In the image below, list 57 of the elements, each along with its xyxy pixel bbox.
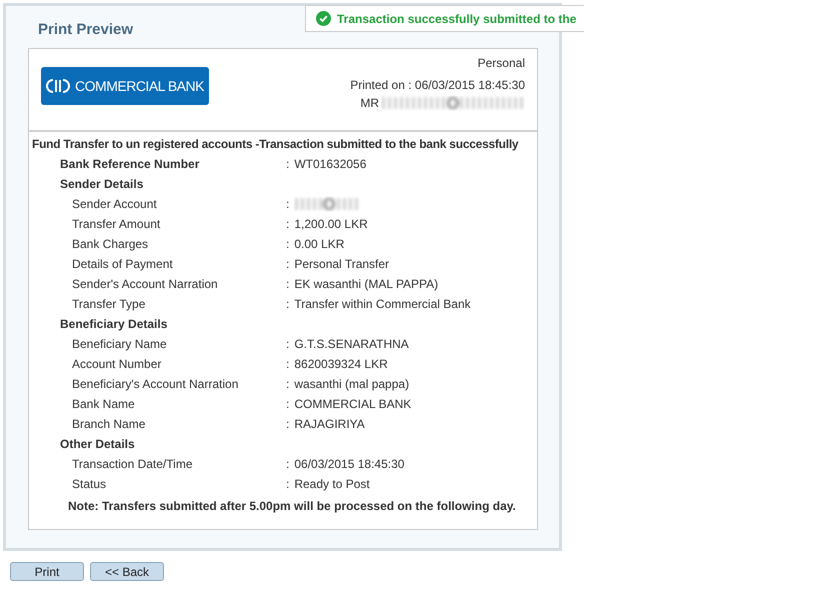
field-value: WT01632056 <box>294 156 366 173</box>
field-value: Personal Transfer <box>294 256 390 273</box>
colon: : <box>286 256 290 273</box>
field-value: RAJAGIRIYA <box>294 416 365 433</box>
field-label: Transfer Amount <box>71 216 162 233</box>
colon: : <box>286 416 290 433</box>
field-value: 06/03/2015 18:45:30 <box>294 456 404 473</box>
field-value: COMMERCIAL BANK <box>294 396 412 413</box>
colon: : <box>286 156 290 173</box>
field-label: Sender's Account Narration <box>71 276 219 293</box>
field-label: Bank Charges <box>71 236 150 253</box>
section-heading: Beneficiary Details <box>60 316 168 333</box>
receipt-heading: Fund Transfer to un registered accounts -Transaction submitted to the bank successfully <box>32 136 518 153</box>
colon: : <box>286 356 290 373</box>
colon: : <box>286 376 290 393</box>
field-label: Details of Payment <box>71 256 174 273</box>
field-value: G.T.S.SENARATHNA <box>294 336 409 353</box>
section-heading: Sender Details <box>60 176 144 193</box>
colon: : <box>286 216 290 233</box>
field-label: Bank Name <box>71 396 136 413</box>
field-value: Ready to Post <box>294 476 370 493</box>
field-value: EK wasanthi (MAL PAPPA) <box>294 276 438 293</box>
account-type: Personal <box>478 55 525 72</box>
colon: : <box>286 396 290 413</box>
field-label: Sender Account <box>71 196 158 213</box>
customer-prefix: MR <box>360 95 379 112</box>
print-button[interactable]: Print <box>10 562 84 581</box>
colon: : <box>286 196 290 213</box>
panel-title: Print Preview <box>38 20 134 40</box>
field-label: Account Number <box>71 356 162 373</box>
field-label: Transfer Type <box>71 296 146 313</box>
field-value: Transfer within Commercial Bank <box>294 296 471 313</box>
section-heading: Other Details <box>60 436 135 453</box>
colon: : <box>286 276 290 293</box>
logo-text: COMMERCIAL BANK <box>75 76 204 96</box>
field-label: Branch Name <box>71 416 146 433</box>
field-label: Transaction Date/Time <box>71 456 194 473</box>
field-value: 0.00 LKR <box>294 236 344 253</box>
note-text: Note: Transfers submitted after 5.00pm will be processed on the following day. <box>68 498 516 515</box>
colon: : <box>286 336 290 353</box>
colon: : <box>286 236 290 253</box>
field-value: wasanthi (mal pappa) <box>294 376 410 393</box>
field-label: Beneficiary's Account Narration <box>71 376 240 393</box>
field-label: Bank Reference Number <box>59 156 200 173</box>
printed-on: Printed on : 06/03/2015 18:45:30 <box>350 77 525 94</box>
back-button[interactable]: << Back <box>90 562 164 581</box>
colon: : <box>286 456 290 473</box>
field-label: Status <box>71 476 108 493</box>
blurred-text-icon <box>381 95 525 111</box>
check-icon <box>316 11 331 26</box>
field-value: 8620039324 LKR <box>294 356 388 373</box>
colon: : <box>286 296 290 313</box>
logo-mark-icon <box>46 78 70 94</box>
field-value: 1,200.00 LKR <box>294 216 368 233</box>
toast-message: Transaction successfully submitted to the <box>337 10 576 28</box>
colon: : <box>286 476 290 493</box>
field-label: Beneficiary Name <box>71 336 168 353</box>
